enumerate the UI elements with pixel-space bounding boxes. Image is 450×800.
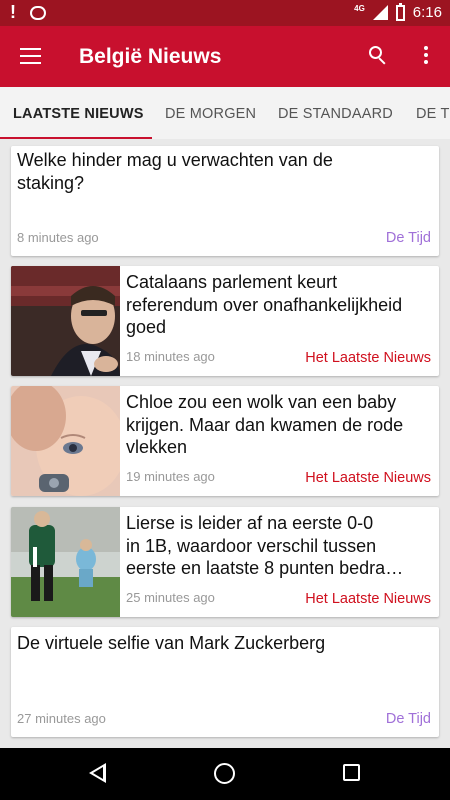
article-time: 27 minutes ago <box>17 711 106 726</box>
article-card[interactable]: Welke hinder mag u verwachten van de sta… <box>11 146 439 256</box>
article-source[interactable]: De Tijd <box>386 711 431 727</box>
article-source[interactable]: Het Laatste Nieuws <box>305 350 431 366</box>
signal-icon <box>372 5 388 20</box>
back-icon[interactable] <box>89 763 106 783</box>
article-time: 8 minutes ago <box>17 230 99 245</box>
article-time: 18 minutes ago <box>126 349 215 364</box>
status-time: 6:16 <box>412 4 442 21</box>
battery-icon <box>395 2 405 21</box>
article-card[interactable]: Catalaans parlement keurt referendum ove… <box>11 266 439 376</box>
article-source[interactable]: Het Laatste Nieuws <box>305 591 431 607</box>
article-card[interactable]: Chloe zou een wolk van een baby krijgen.… <box>11 386 439 496</box>
status-bar: ! 4G 6:16 <box>0 0 450 26</box>
menu-icon[interactable] <box>20 48 41 64</box>
article-time: 19 minutes ago <box>126 469 215 484</box>
article-headline: Lierse is leider af na eerste 0-0 in 1B,… <box>126 513 404 578</box>
article-headline: Catalaans parlement keurt referendum ove… <box>126 272 403 337</box>
article-time: 25 minutes ago <box>126 590 215 605</box>
recents-icon[interactable] <box>343 764 360 781</box>
article-headline: Welke hinder mag u verwachten van de sta… <box>17 150 333 193</box>
article-thumbnail <box>11 507 120 617</box>
tab-laatste-nieuws[interactable]: LAATSTE NIEUWS <box>13 87 144 139</box>
article-card[interactable]: Lierse is leider af na eerste 0-0 in 1B,… <box>11 507 439 617</box>
notification-exclamation-icon: ! <box>10 2 16 22</box>
article-headline: Chloe zou een wolk van een baby krijgen.… <box>126 392 404 457</box>
tab-de-standaard[interactable]: DE STANDAARD <box>278 87 393 139</box>
network-type: 4G <box>354 4 365 13</box>
search-icon[interactable] <box>368 45 390 67</box>
home-icon[interactable] <box>214 763 235 784</box>
article-source[interactable]: Het Laatste Nieuws <box>305 470 431 486</box>
article-headline: De virtuele selfie van Mark Zuckerberg <box>17 633 326 653</box>
article-card[interactable]: De virtuele selfie van Mark Zuckerberg 2… <box>11 627 439 737</box>
tab-indicator <box>0 137 152 139</box>
app-title: België Nieuws <box>79 45 222 68</box>
navigation-bar <box>0 748 450 800</box>
more-vert-icon[interactable] <box>422 46 430 68</box>
article-thumbnail <box>11 266 120 376</box>
article-source[interactable]: De Tijd <box>386 230 431 246</box>
tab-de-tijd[interactable]: DE TI <box>416 87 450 139</box>
article-thumbnail <box>11 386 120 496</box>
tab-de-morgen[interactable]: DE MORGEN <box>165 87 256 139</box>
tab-bar: LAATSTE NIEUWS DE MORGEN DE STANDAARD DE… <box>0 87 450 139</box>
app-bar: België Nieuws <box>0 26 450 87</box>
chat-notification-icon <box>30 6 46 20</box>
